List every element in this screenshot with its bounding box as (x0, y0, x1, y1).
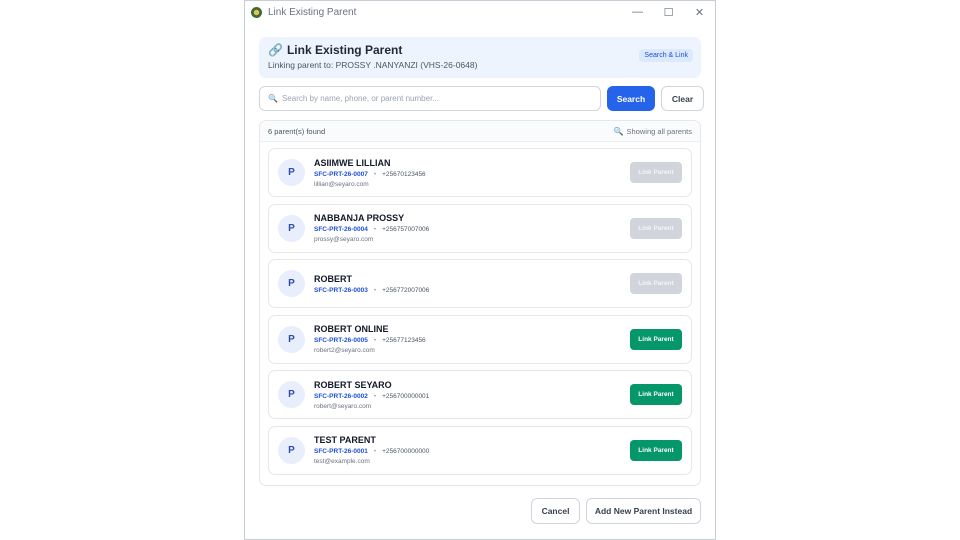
results-count: 6 parent(s) found (268, 126, 326, 136)
parent-info: TEST PARENT SFC-PRT-26-0001 • +256700000000… (314, 435, 630, 465)
avatar: P (278, 159, 305, 186)
parent-info: ASIIMWE LILLIAN SFC-PRT-26-0007 • +25670123… (314, 158, 630, 188)
separator-dot: • (373, 170, 377, 178)
parent-phone: +25670123456 (382, 170, 426, 178)
parent-info: NABBANJA PROSSY SFC-PRT-26-0004 • +25675700… (314, 213, 630, 243)
header-card: 🔗 Link Existing Parent Linking parent to… (259, 37, 701, 78)
dialog-footer: Cancel Add New Parent Instead (531, 498, 701, 524)
add-new-parent-button[interactable]: Add New Parent Instead (586, 498, 701, 524)
avatar: P (278, 214, 305, 242)
search-field[interactable]: 🔍 (259, 86, 601, 111)
cancel-button[interactable]: Cancel (531, 498, 580, 524)
parent-name: ROBERT (314, 273, 352, 284)
results-panel: 6 parent(s) found 🔍 Showing all parents … (259, 120, 701, 486)
avatar: P (278, 270, 305, 297)
search-row: 🔍 Search Clear (259, 86, 704, 111)
link-parent-button[interactable]: Link Parent (630, 328, 682, 350)
link-parent-button: Link Parent (630, 162, 682, 183)
parent-email: robert2@seyaro.com (314, 347, 375, 354)
parent-name: ASIIMWE LILLIAN (314, 157, 391, 168)
link-icon: 🔗 (268, 43, 283, 57)
parent-meta: SFC-PRT-26-0001 • +256700000000 (314, 448, 630, 455)
avatar: P (278, 436, 305, 464)
parent-phone: +256757007006 (382, 226, 430, 233)
results-filter-text: Showing all parents (626, 126, 692, 136)
app-logo-icon (251, 6, 262, 18)
search-icon: 🔍 (268, 94, 278, 103)
separator-dot: • (373, 392, 377, 400)
parent-phone: +256772007006 (382, 286, 430, 294)
parent-email: lillian@seyaro.com (314, 180, 369, 188)
parent-number: SFC-PRT-26-0003 (314, 286, 368, 294)
parent-info: ROBERT SEYARO SFC-PRT-26-0002 • +2567000000… (314, 380, 630, 410)
parent-number: SFC-PRT-26-0005 (314, 337, 368, 344)
separator-dot: • (373, 286, 377, 294)
window-title: Link Existing Parent (268, 6, 357, 18)
parent-info: ROBERT ONLINE SFC-PRT-26-0005 • +2567712345… (314, 324, 630, 354)
parent-phone: +256700000001 (382, 392, 430, 400)
clear-button[interactable]: Clear (661, 86, 704, 111)
parent-meta: SFC-PRT-26-0002 • +256700000001 (314, 393, 630, 400)
dialog-body: 🔗 Link Existing Parent Linking parent to… (245, 37, 715, 486)
search-icon: 🔍 (613, 126, 624, 136)
avatar: P (278, 381, 305, 408)
avatar: P (278, 325, 305, 353)
dialog-heading: 🔗 Link Existing Parent (268, 43, 692, 57)
parent-phone: +25677123456 (382, 337, 426, 344)
results-header: 6 parent(s) found 🔍 Showing all parents (260, 121, 700, 142)
parent-meta: SFC-PRT-26-0007 • +25670123456 (314, 171, 630, 178)
link-parent-button: Link Parent (630, 273, 682, 294)
parent-name: ROBERT ONLINE (314, 324, 389, 334)
parent-list[interactable]: P ASIIMWE LILLIAN SFC-PRT-26-0007 • +2567012… (260, 142, 700, 487)
separator-dot: • (373, 337, 377, 344)
list-item: P ROBERT SFC-PRT-26-0003 • +256772007006 Link… (268, 259, 692, 308)
maximize-button[interactable]: ☐ (653, 1, 684, 23)
list-item: P ROBERT ONLINE SFC-PRT-26-0005 • +256771234… (268, 314, 692, 364)
close-button[interactable]: ✕ (684, 1, 715, 23)
separator-dot: • (373, 448, 377, 455)
window-controls: — ☐ ✕ (622, 1, 715, 23)
parent-meta: SFC-PRT-26-0005 • +25677123456 (314, 337, 630, 344)
results-filter-status: 🔍 Showing all parents (614, 127, 692, 136)
minimize-button[interactable]: — (622, 1, 653, 23)
mode-badge: Search & Link (639, 49, 693, 62)
parent-name: ROBERT SEYARO (314, 379, 392, 390)
title-bar[interactable]: Link Existing Parent — ☐ ✕ (245, 1, 715, 23)
parent-email: test@example.com (314, 458, 370, 465)
parent-email: robert@seyaro.com (314, 402, 372, 410)
parent-meta: SFC-PRT-26-0004 • +256757007006 (314, 226, 630, 233)
parent-number: SFC-PRT-26-0001 (314, 448, 368, 455)
list-item: P ASIIMWE LILLIAN SFC-PRT-26-0007 • +2567012… (268, 148, 692, 197)
link-parent-button[interactable]: Link Parent (630, 384, 682, 405)
search-input[interactable] (281, 94, 600, 103)
linking-target-text: Linking parent to: PROSSY .NANYANZI (VHS… (268, 60, 478, 70)
search-button[interactable]: Search (607, 86, 655, 111)
parent-meta: SFC-PRT-26-0003 • +256772007006 (314, 287, 630, 294)
parent-name: TEST PARENT (314, 435, 376, 445)
separator-dot: • (373, 226, 377, 233)
list-item: P TEST PARENT SFC-PRT-26-0001 • +25670000000… (268, 425, 692, 475)
parent-number: SFC-PRT-26-0007 (314, 170, 368, 178)
parent-phone: +256700000000 (382, 448, 430, 455)
link-parent-button[interactable]: Link Parent (630, 439, 682, 461)
parent-number: SFC-PRT-26-0004 (314, 226, 368, 233)
link-parent-button: Link Parent (630, 217, 682, 239)
dialog-window: Link Existing Parent — ☐ ✕ 🔗 Link Existi… (244, 0, 716, 540)
parent-email: prossy@seyaro.com (314, 236, 374, 243)
list-item: P NABBANJA PROSSY SFC-PRT-26-0004 • +2567570… (268, 203, 692, 253)
parent-name: NABBANJA PROSSY (314, 213, 405, 223)
parent-number: SFC-PRT-26-0002 (314, 392, 368, 400)
list-item: P ROBERT SEYARO SFC-PRT-26-0002 • +256700000… (268, 370, 692, 419)
parent-info: ROBERT SFC-PRT-26-0003 • +256772007006 (314, 274, 630, 294)
dialog-heading-text: Link Existing Parent (286, 43, 403, 57)
